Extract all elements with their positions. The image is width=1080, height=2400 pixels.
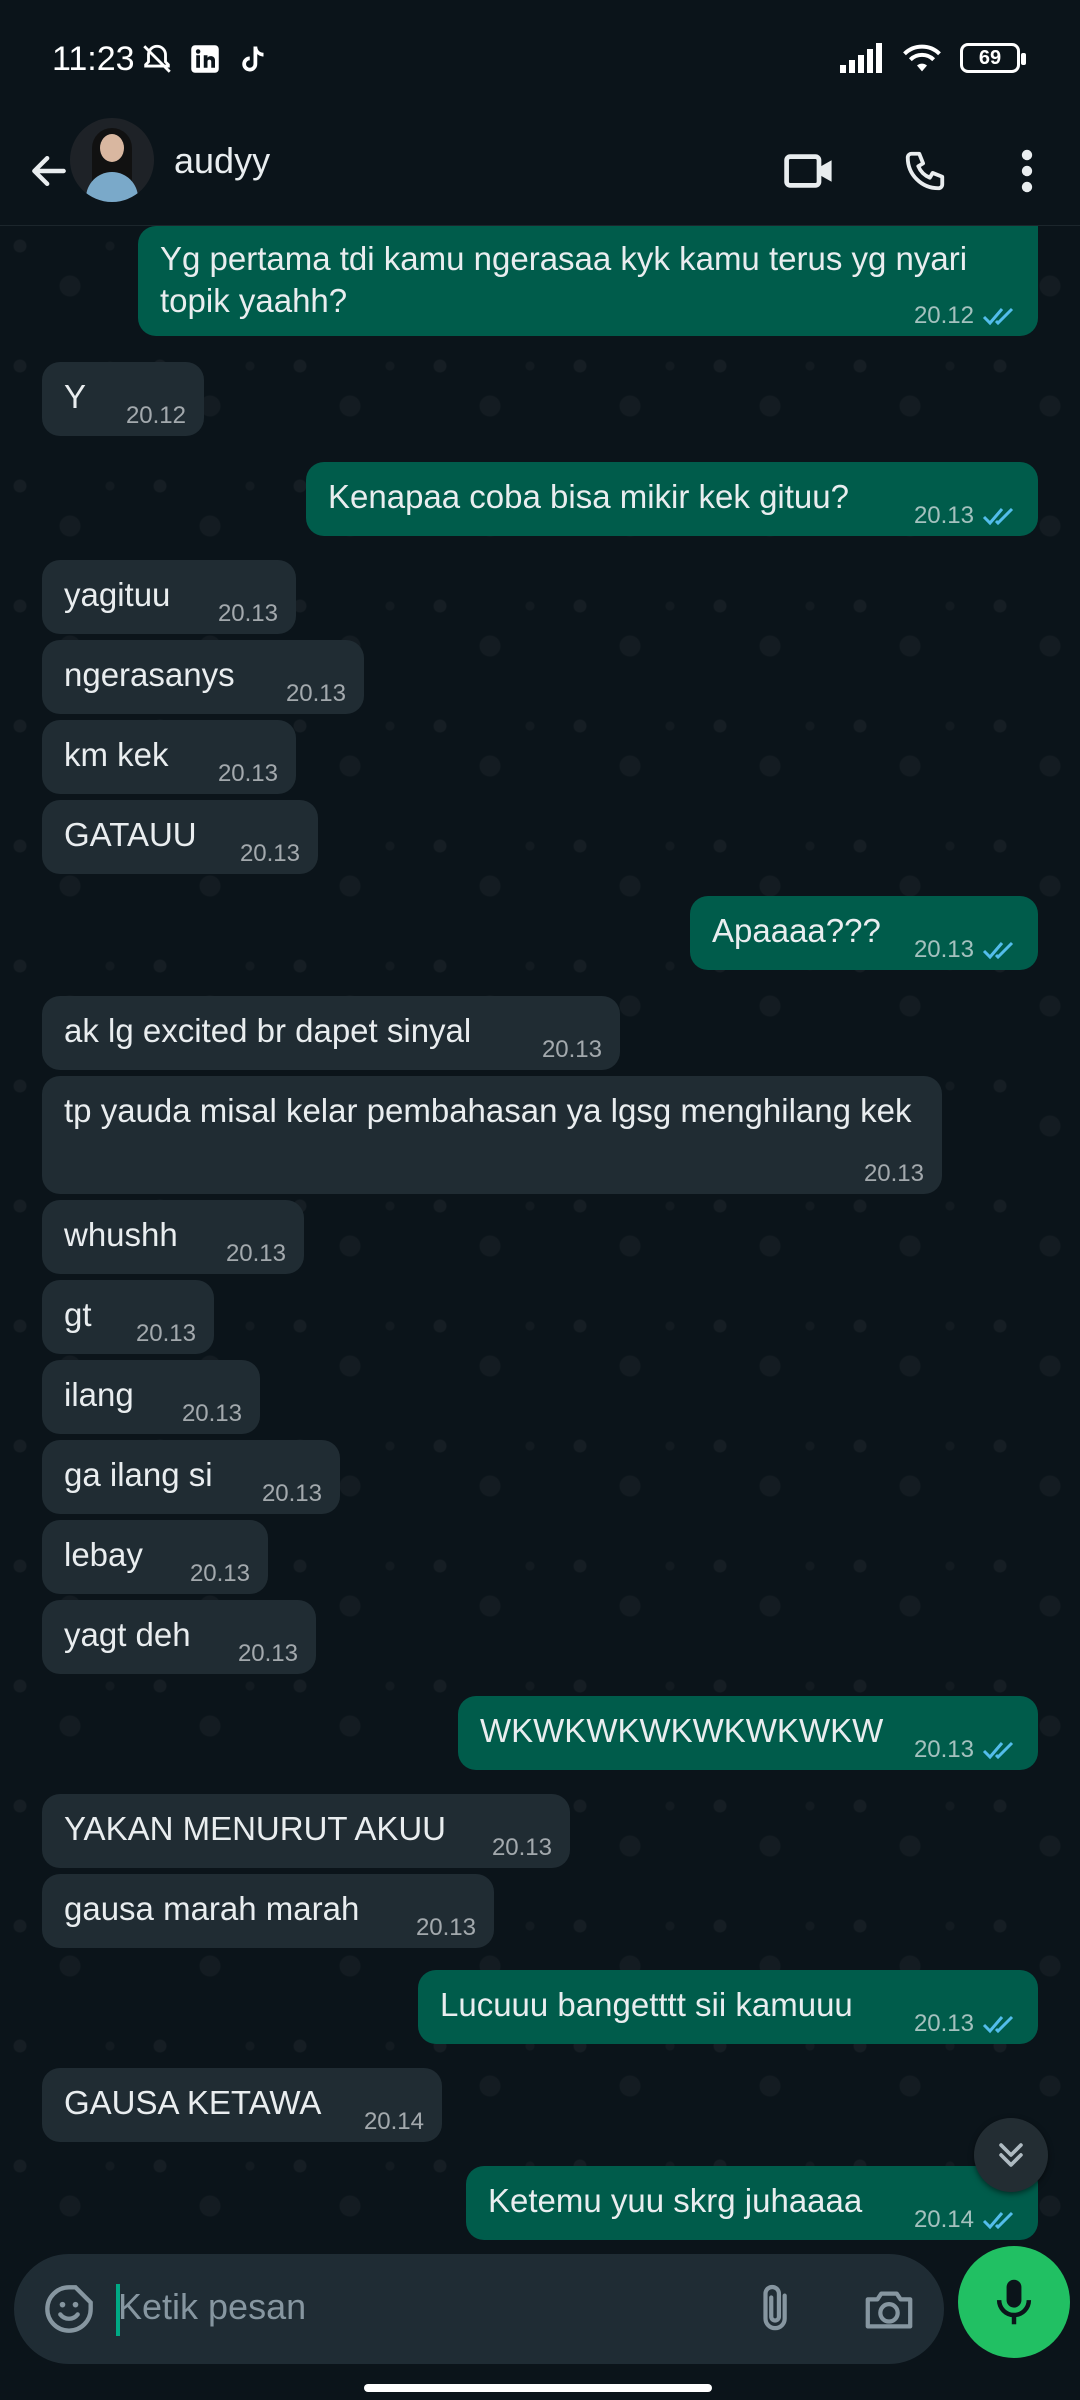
camera-button[interactable]: [856, 2276, 922, 2342]
message-incoming[interactable]: GATAUU 20.13: [42, 800, 318, 874]
status-bar: 11:23 69: [0, 0, 1080, 118]
status-time: 11:23: [52, 40, 135, 78]
contact-avatar[interactable]: [70, 118, 154, 202]
message-outgoing[interactable]: Ketemu yuu skrg juhaaaa 20.14: [466, 2166, 1038, 2240]
read-receipt-icon: [982, 2211, 1014, 2230]
video-call-icon: [784, 154, 832, 188]
read-receipt-icon: [982, 507, 1014, 526]
signal-icon: [840, 43, 882, 73]
message-outgoing[interactable]: Lucuuu bangetttt sii kamuuu 20.13: [418, 1970, 1038, 2044]
message-incoming[interactable]: gausa marah marah 20.13: [42, 1874, 494, 1948]
message-incoming[interactable]: whushh 20.13: [42, 1200, 304, 1274]
chat-messages[interactable]: Yg pertama tdi kamu ngerasaa kyk kamu te…: [0, 226, 1080, 2246]
message-incoming[interactable]: yagt deh 20.13: [42, 1600, 316, 1674]
read-receipt-icon: [982, 307, 1014, 326]
sticker-icon: [45, 2285, 93, 2333]
mute-icon: [143, 44, 171, 73]
message-incoming[interactable]: ngerasanys 20.13: [42, 640, 364, 714]
attach-button[interactable]: [744, 2276, 810, 2342]
message-incoming[interactable]: km kek 20.13: [42, 720, 296, 794]
message-incoming[interactable]: Y 20.12: [42, 362, 204, 436]
chevron-double-down-icon: [999, 2143, 1023, 2167]
message-input-bar[interactable]: Ketik pesan: [14, 2254, 944, 2364]
message-composer: Ketik pesan: [0, 2246, 1080, 2400]
message-incoming[interactable]: lebay 20.13: [42, 1520, 268, 1594]
tiktok-icon: [242, 46, 264, 72]
scroll-to-bottom-button[interactable]: [974, 2118, 1048, 2192]
message-incoming[interactable]: GAUSA KETAWA 20.14: [42, 2068, 442, 2142]
voice-call-button[interactable]: [890, 136, 960, 206]
message-outgoing[interactable]: Apaaaa??? 20.13: [690, 896, 1038, 970]
more-vert-icon: [1021, 149, 1033, 193]
message-incoming[interactable]: ak lg excited br dapet sinyal 20.13: [42, 996, 620, 1070]
message-input[interactable]: Ketik pesan: [118, 2286, 306, 2328]
wifi-icon: [903, 44, 941, 72]
voice-message-button[interactable]: [958, 2246, 1070, 2358]
home-indicator[interactable]: [364, 2384, 712, 2392]
status-left-icons: [140, 42, 266, 76]
message-incoming[interactable]: YAKAN MENURUT AKUU 20.13: [42, 1794, 570, 1868]
mic-icon: [996, 2279, 1032, 2325]
message-incoming[interactable]: ilang 20.13: [42, 1360, 260, 1434]
message-outgoing[interactable]: Kenapaa coba bisa mikir kek gituu? 20.13: [306, 462, 1038, 536]
video-call-button[interactable]: [775, 136, 845, 206]
linkedin-icon: [191, 45, 219, 73]
read-receipt-icon: [982, 2015, 1014, 2034]
contact-name[interactable]: audyy: [174, 140, 270, 182]
more-options-button[interactable]: [992, 136, 1062, 206]
status-right-icons: 69: [840, 42, 1026, 74]
read-receipt-icon: [982, 941, 1014, 960]
attach-icon: [763, 2284, 787, 2331]
phone-icon: [905, 151, 945, 191]
message-outgoing[interactable]: Yg pertama tdi kamu ngerasaa kyk kamu te…: [138, 226, 1038, 336]
chat-header: audyy: [0, 118, 1080, 226]
read-receipt-icon: [982, 1741, 1014, 1760]
message-incoming[interactable]: yagituu 20.13: [42, 560, 296, 634]
message-incoming[interactable]: tp yauda misal kelar pembahasan ya lgsg …: [42, 1076, 942, 1194]
message-outgoing[interactable]: WKWKWKWKWKWKWKW 20.13: [458, 1696, 1038, 1770]
back-arrow-icon: [32, 155, 66, 187]
camera-icon: [865, 2291, 913, 2329]
message-incoming[interactable]: ga ilang si 20.13: [42, 1440, 340, 1514]
sticker-button[interactable]: [36, 2276, 102, 2342]
message-incoming[interactable]: gt 20.13: [42, 1280, 214, 1354]
battery-indicator: 69: [960, 43, 1026, 73]
